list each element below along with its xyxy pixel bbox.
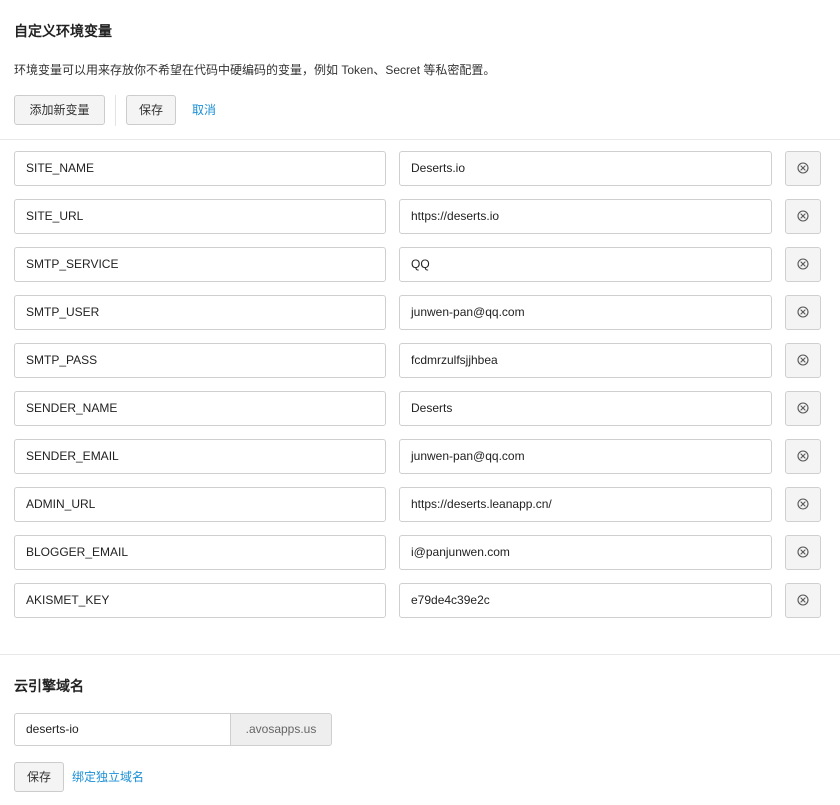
variable-value-input[interactable]: https://deserts.io [399,199,772,234]
domain-section-title: 云引擎域名 [14,678,84,694]
variable-key-input[interactable]: SMTP_PASS [14,343,386,378]
bind-custom-domain-link[interactable]: 绑定独立域名 [72,762,144,792]
variable-key-input[interactable]: BLOGGER_EMAIL [14,535,386,570]
remove-variable-button[interactable] [785,151,821,186]
add-variable-button[interactable]: 添加新变量 [14,95,105,125]
variable-key-input[interactable]: ADMIN_URL [14,487,386,522]
variable-key-input[interactable]: SMTP_USER [14,295,386,330]
variable-value-input[interactable]: Deserts [399,391,772,426]
cancel-link[interactable]: 取消 [192,95,216,125]
env-settings-page: 自定义环境变量 环境变量可以用来存放你不希望在代码中硬编码的变量，例如 Toke… [0,0,840,805]
variable-key-input[interactable]: AKISMET_KEY [14,583,386,618]
env-section-title: 自定义环境变量 [14,23,112,39]
variable-row: BLOGGER_EMAIL i@panjunwen.com [14,535,822,570]
variable-key-input[interactable]: SMTP_SERVICE [14,247,386,282]
variable-key-input[interactable]: SITE_NAME [14,151,386,186]
toolbar-divider [115,95,116,126]
variable-value-input[interactable]: e79de4c39e2c [399,583,772,618]
variable-row: SMTP_PASS fcdmrzulfsjjhbea [14,343,822,378]
variable-row: SITE_URL https://deserts.io [14,199,822,234]
remove-variable-button[interactable] [785,439,821,474]
remove-variable-button[interactable] [785,583,821,618]
save-button[interactable]: 保存 [126,95,176,125]
domain-save-button[interactable]: 保存 [14,762,64,792]
variable-row: SMTP_SERVICE QQ [14,247,822,282]
env-section-description: 环境变量可以用来存放你不希望在代码中硬编码的变量，例如 Token、Secret… [14,63,496,77]
remove-variable-button[interactable] [785,535,821,570]
domain-suffix-addon: .avosapps.us [230,713,332,746]
remove-variable-button[interactable] [785,295,821,330]
remove-variable-button[interactable] [785,199,821,234]
variable-value-input[interactable]: junwen-pan@qq.com [399,439,772,474]
variable-key-input[interactable]: SENDER_NAME [14,391,386,426]
variable-row: SITE_NAME Deserts.io [14,151,822,186]
section-divider-top [0,139,840,140]
variable-value-input[interactable]: https://deserts.leanapp.cn/ [399,487,772,522]
variable-value-input[interactable]: fcdmrzulfsjjhbea [399,343,772,378]
variable-value-input[interactable]: i@panjunwen.com [399,535,772,570]
remove-variable-button[interactable] [785,391,821,426]
domain-input[interactable]: deserts-io [14,713,230,746]
variable-row: AKISMET_KEY e79de4c39e2c [14,583,822,618]
variable-value-input[interactable]: Deserts.io [399,151,772,186]
variable-value-input[interactable]: QQ [399,247,772,282]
variable-value-input[interactable]: junwen-pan@qq.com [399,295,772,330]
remove-variable-button[interactable] [785,343,821,378]
section-divider-bottom [0,654,840,655]
remove-variable-button[interactable] [785,487,821,522]
variable-row: SENDER_NAME Deserts [14,391,822,426]
variable-row: ADMIN_URL https://deserts.leanapp.cn/ [14,487,822,522]
remove-variable-button[interactable] [785,247,821,282]
variable-key-input[interactable]: SITE_URL [14,199,386,234]
variable-row: SENDER_EMAIL junwen-pan@qq.com [14,439,822,474]
variable-key-input[interactable]: SENDER_EMAIL [14,439,386,474]
variable-row: SMTP_USER junwen-pan@qq.com [14,295,822,330]
